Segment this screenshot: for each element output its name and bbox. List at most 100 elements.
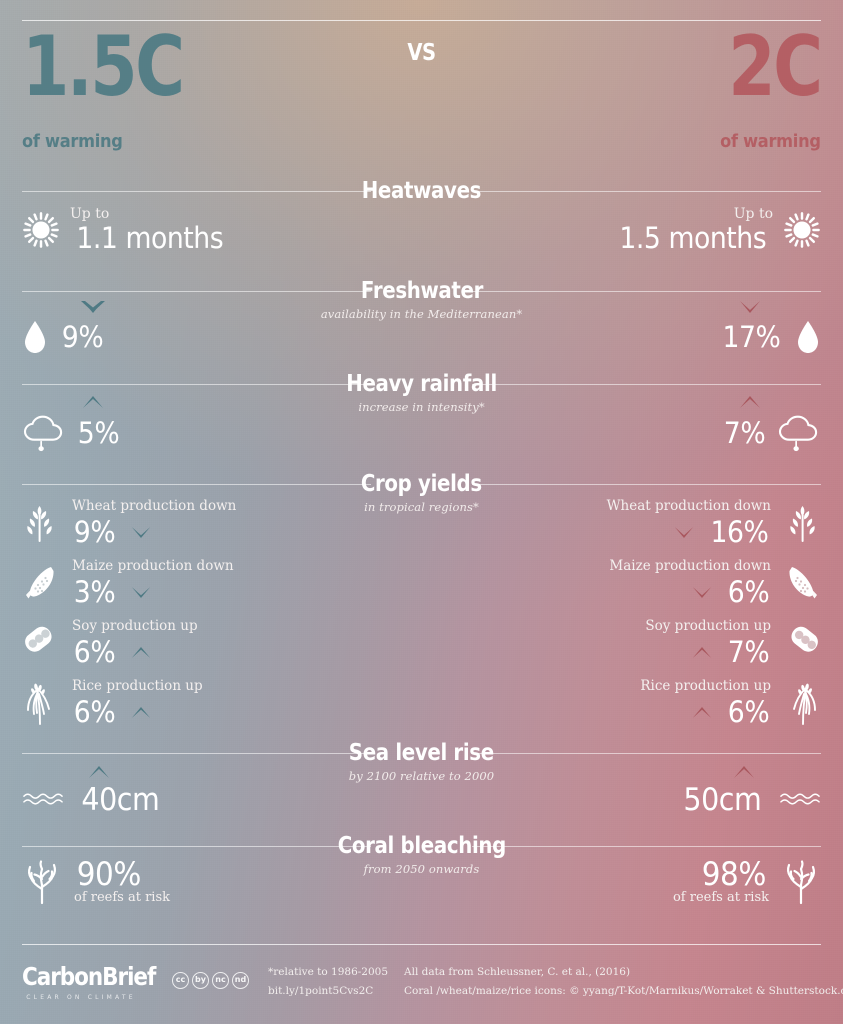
short-link[interactable]: bit.ly/1point5Cvs2C — [268, 982, 388, 1001]
crop-rice-left-value: 6% — [73, 695, 116, 729]
chevron-down-icon — [129, 586, 153, 599]
section-title-freshwater: Freshwater — [360, 278, 483, 304]
section-rule-right — [472, 484, 821, 485]
rice-icon — [22, 680, 58, 726]
chevron-up-icon — [80, 395, 106, 409]
chevron-up-icon — [129, 646, 153, 659]
left-temperature-subtitle: of warming — [22, 131, 123, 152]
section-rule-right — [472, 291, 821, 292]
freshwater-right-value: 17% — [722, 320, 781, 354]
soy-icon — [785, 623, 821, 663]
maize-icon — [785, 561, 821, 605]
crop-row-soy-left: Soy production up 6% — [22, 618, 198, 668]
heavy-rainfall-right-value: 7% — [723, 416, 766, 450]
coral-left-value: 90% — [76, 855, 142, 893]
section-rule-left — [22, 753, 371, 754]
heatwaves-right-value: 1.5 months — [619, 221, 767, 255]
crop-row-maize-right: Maize production down 6% — [609, 558, 821, 608]
sea-level-left-value: 40cm — [81, 782, 160, 818]
right-temperature-subtitle: of warming — [720, 131, 821, 152]
footnote-relative: *relative to 1986-2005 — [268, 966, 389, 978]
crop-label-rice: Rice production up — [72, 678, 203, 694]
wheat-icon — [785, 500, 821, 546]
section-header-freshwater: Freshwater availability in the Mediterra… — [0, 278, 843, 321]
rain-cloud-icon — [777, 414, 821, 452]
vs-label: VS — [407, 40, 436, 66]
chevron-up-icon — [86, 765, 112, 779]
crop-label-soy: Soy production up — [72, 618, 198, 634]
cc-nd-icon[interactable]: nd — [232, 972, 249, 989]
heatwaves-left-value: 1.1 months — [76, 221, 224, 255]
crop-row-wheat-left: Wheat production down 9% — [22, 498, 236, 548]
carbonbrief-logo[interactable]: CarbonBrief CLEAR ON CLIMATE — [22, 962, 177, 1001]
cc-nc-icon[interactable]: nc — [212, 972, 229, 989]
crop-label-rice: Rice production up — [640, 678, 771, 694]
crop-maize-left-value: 3% — [73, 575, 116, 609]
coral-right-value: 98% — [702, 855, 767, 893]
section-rule-right — [472, 384, 821, 385]
section-title-heavy-rainfall: Heavy rainfall — [346, 371, 497, 397]
coral-left: 90% of reefs at risk — [22, 858, 170, 905]
crop-label-wheat: Wheat production down — [72, 498, 237, 514]
logo-wordmark: CarbonBrief — [22, 962, 156, 991]
heatwaves-right: Up to 1.5 months — [613, 206, 821, 254]
wheat-icon — [22, 500, 58, 546]
section-rule-left — [22, 484, 371, 485]
chevron-up-icon — [731, 765, 757, 779]
footer-divider — [22, 944, 821, 945]
crop-soy-left-value: 6% — [73, 635, 116, 669]
header-right: 2C of warming — [708, 18, 824, 153]
heavy-rainfall-right: 7% — [722, 395, 821, 452]
section-subtitle-heavy-rainfall: increase in intensity* — [358, 400, 485, 414]
chevron-down-icon — [690, 586, 714, 599]
heatwaves-right-prefix: Up to — [733, 206, 773, 222]
crop-row-soy-right: Soy production up 7% — [645, 618, 821, 668]
section-subtitle-freshwater: availability in the Mediterranean* — [320, 307, 523, 321]
crop-label-maize: Maize production down — [609, 558, 771, 574]
crop-row-rice-right: Rice production up 6% — [640, 678, 821, 728]
sun-icon — [783, 211, 821, 249]
crop-row-maize-left: Maize production down 3% — [22, 558, 234, 608]
water-drop-icon — [795, 319, 821, 355]
cc-icon[interactable]: cc — [172, 972, 189, 989]
data-source-credit: All data from Schleussner, C. et al., (2… — [404, 966, 631, 978]
sea-level-right-value: 50cm — [683, 782, 762, 818]
crop-label-soy: Soy production up — [645, 618, 771, 634]
freshwater-left-value: 9% — [61, 320, 104, 354]
sea-level-left: 40cm — [22, 765, 163, 816]
freshwater-left: 9% — [22, 300, 106, 355]
chevron-up-icon — [129, 706, 153, 719]
section-rule-right — [472, 846, 821, 847]
rice-icon — [785, 680, 821, 726]
crop-row-rice-left: Rice production up 6% — [22, 678, 203, 728]
sun-icon — [22, 211, 60, 249]
coral-right: 98% of reefs at risk — [673, 858, 821, 905]
section-title-crop-yields: Crop yields — [361, 471, 482, 497]
chevron-up-icon — [690, 706, 714, 719]
crop-label-wheat: Wheat production down — [606, 498, 771, 514]
heatwaves-left: Up to 1.1 months — [22, 206, 230, 254]
section-title-coral-bleaching: Coral bleaching — [337, 833, 506, 859]
crop-row-wheat-right: Wheat production down 16% — [607, 498, 821, 548]
waves-icon — [22, 789, 64, 811]
chevron-up-icon — [737, 395, 763, 409]
coral-icon — [22, 859, 62, 905]
crop-label-maize: Maize production down — [72, 558, 234, 574]
footer-credits-column: All data from Schleussner, C. et al., (2… — [404, 963, 843, 1001]
icon-credit: Coral /wheat/maize/rice icons: © yyang/T… — [404, 985, 843, 997]
water-drop-icon — [22, 319, 48, 355]
section-rule-right — [472, 753, 821, 754]
cc-by-icon[interactable]: by — [192, 972, 209, 989]
section-rule-right — [472, 191, 821, 192]
header: 1.5C of warming VS 2C of warming — [0, 24, 843, 174]
creative-commons-badges: cc by nc nd — [172, 972, 249, 989]
section-title-heatwaves: Heatwaves — [361, 178, 482, 204]
crop-soy-right-value: 7% — [727, 635, 770, 669]
chevron-up-icon — [690, 646, 714, 659]
heavy-rainfall-left: 5% — [22, 395, 121, 452]
sea-level-right: 50cm — [680, 765, 821, 816]
crop-maize-right-value: 6% — [727, 575, 770, 609]
waves-icon — [779, 789, 821, 811]
section-title-sea-level-rise: Sea level rise — [349, 740, 494, 766]
right-temperature: 2C — [728, 18, 824, 115]
